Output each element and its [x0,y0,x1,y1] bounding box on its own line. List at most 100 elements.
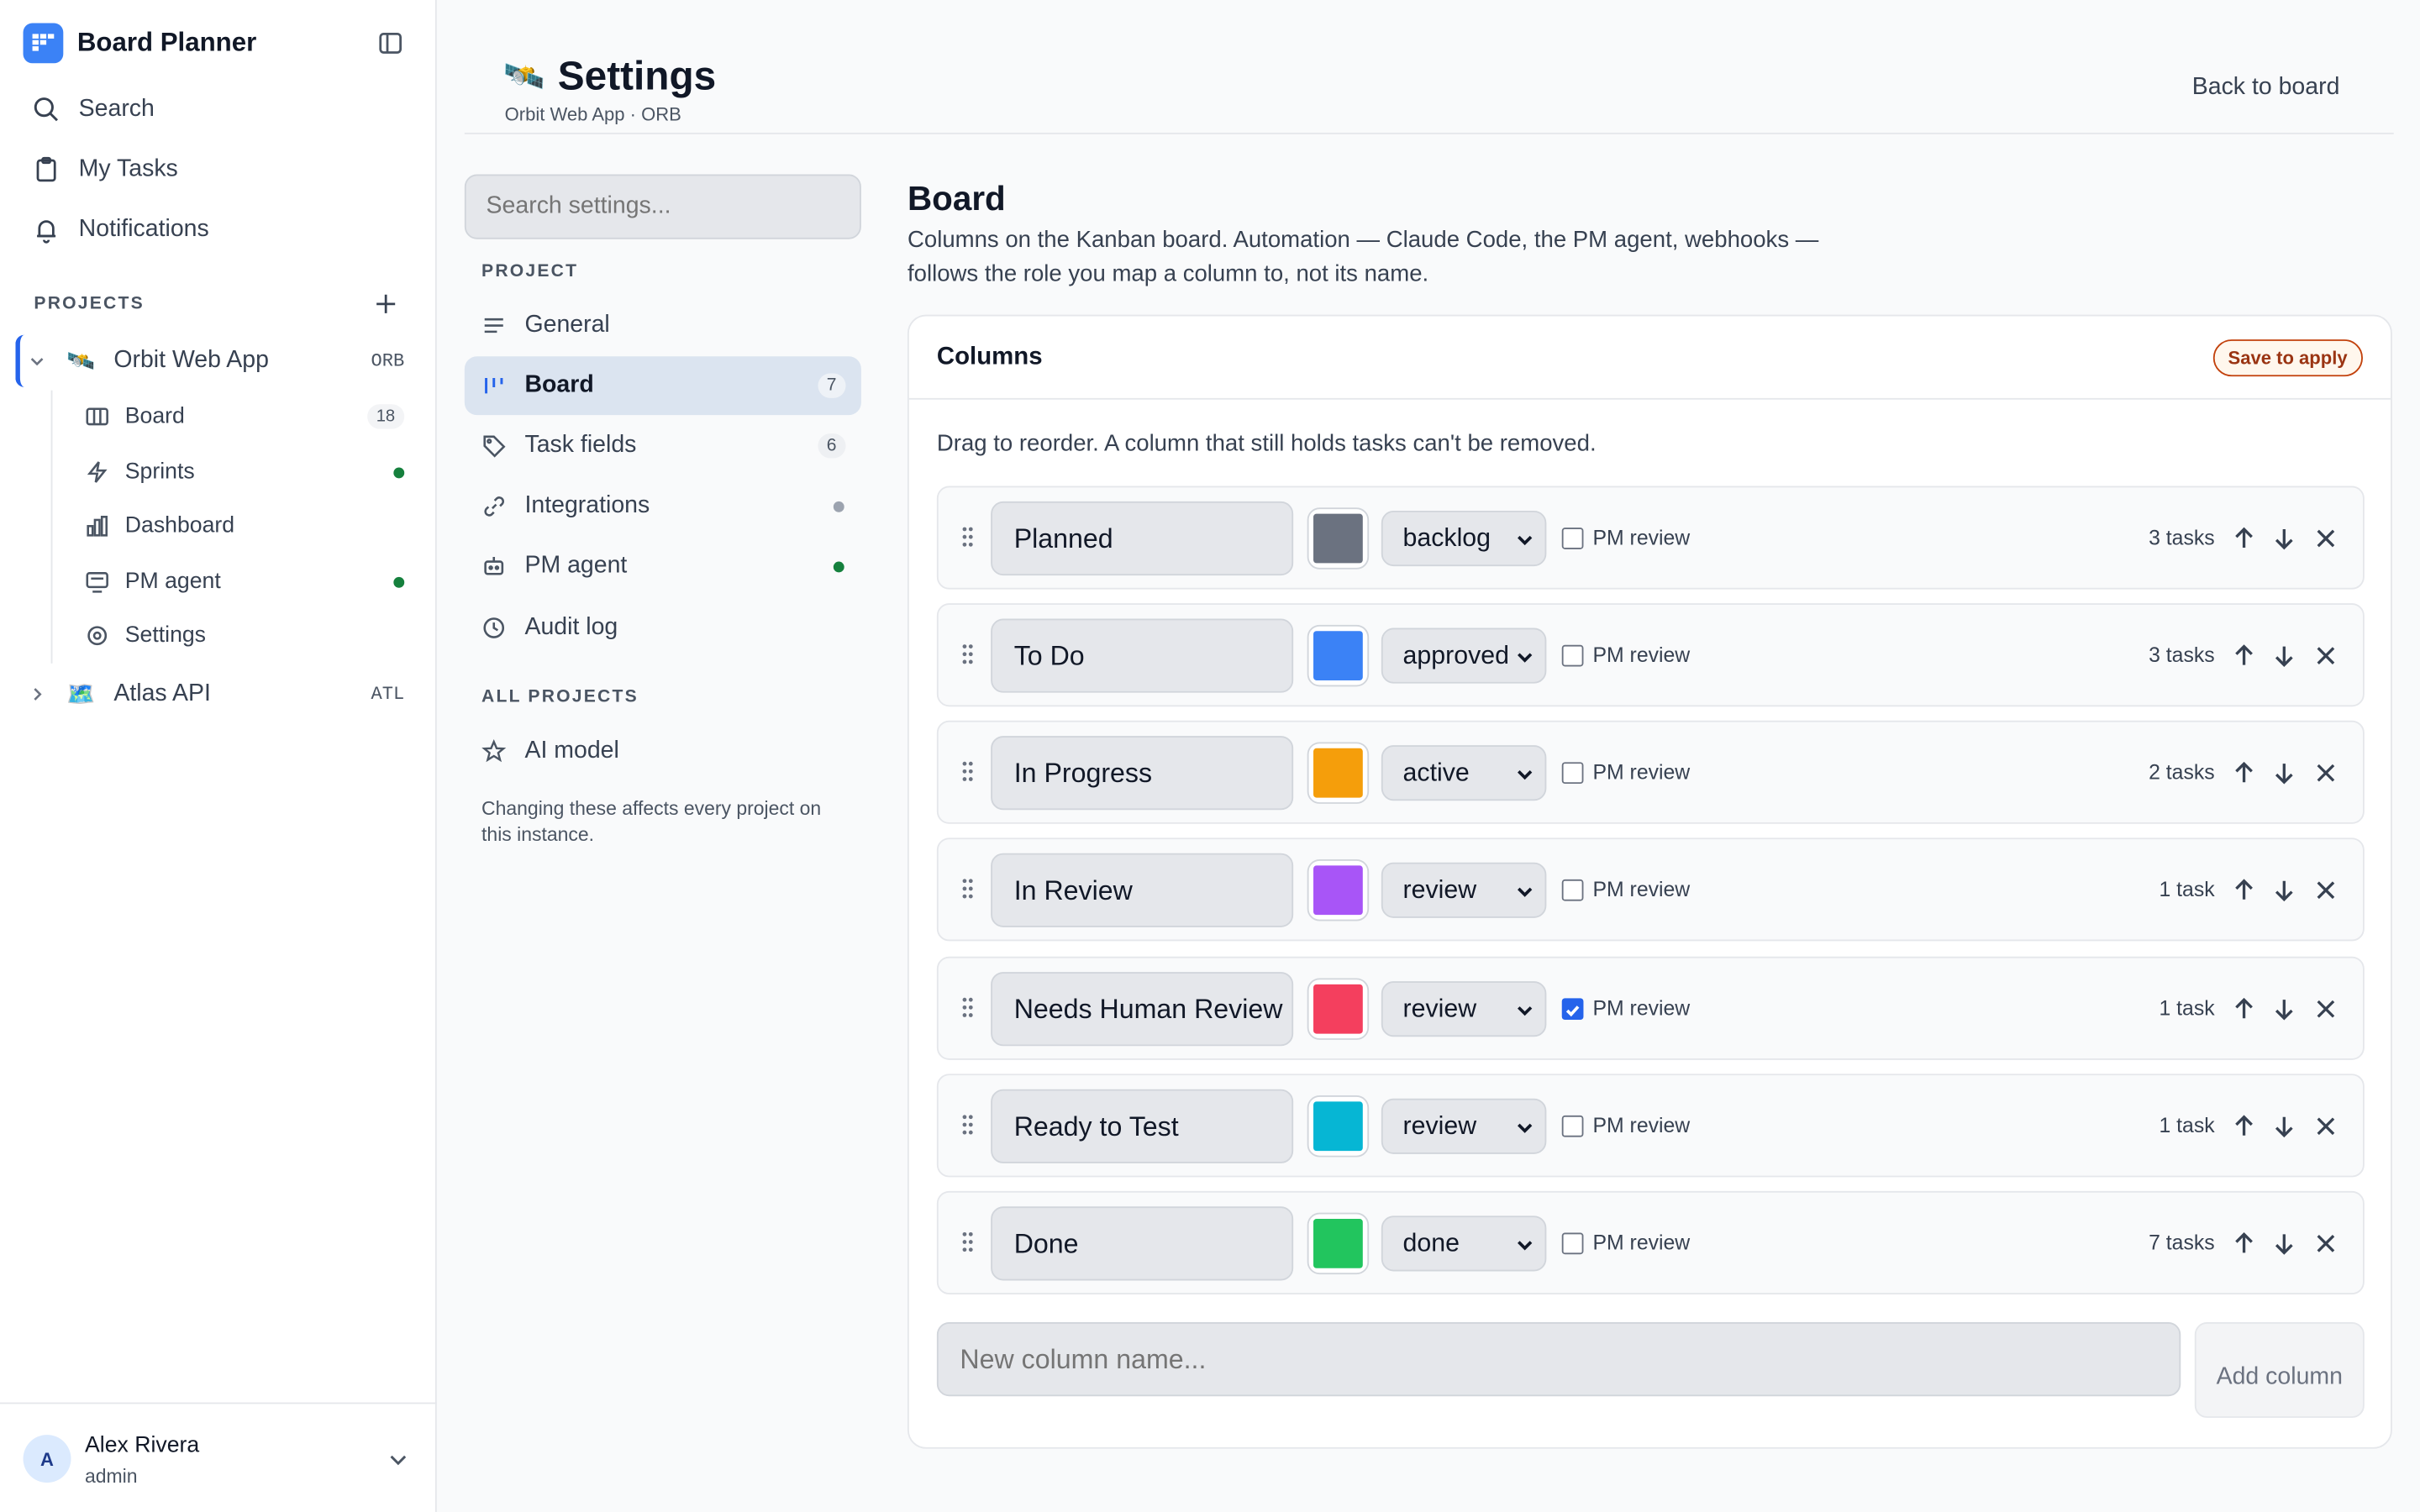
board-logo-icon [23,23,64,64]
column-color-picker[interactable] [1307,1212,1370,1275]
column-name-input[interactable] [991,501,1294,576]
column-role-select[interactable]: review [1381,981,1547,1037]
column-row[interactable]: review PM review 1 task [936,1074,2365,1178]
arrow-up-icon[interactable] [2230,524,2258,552]
column-color-picker[interactable] [1307,507,1370,570]
drag-handle-icon[interactable] [960,524,975,549]
arrow-up-icon[interactable] [2230,995,2258,1023]
drag-handle-icon[interactable] [960,876,975,900]
pm-review-checkbox[interactable] [1561,528,1584,549]
new-column-input[interactable] [936,1322,2181,1397]
settings-nav-integrations[interactable]: Integrations [465,477,861,536]
column-color-picker[interactable] [1307,859,1370,921]
add-project-icon[interactable] [372,290,400,318]
column-name-input[interactable] [991,618,1294,693]
column-name-input[interactable] [991,1206,1294,1281]
arrow-down-icon[interactable] [2270,995,2298,1023]
save-to-apply-badge: Save to apply [2212,339,2363,377]
pm-review-checkbox[interactable] [1561,879,1584,901]
arrow-up-icon[interactable] [2230,1230,2258,1257]
chevron-down-icon [390,1455,407,1466]
column-color-picker[interactable] [1307,742,1370,804]
arrow-down-icon[interactable] [2270,524,2298,552]
sidebar-collapse-icon[interactable] [376,29,404,57]
arrow-down-icon[interactable] [2270,759,2298,787]
column-name-input[interactable] [991,853,1294,927]
project-board-link[interactable]: Board 18 [85,393,417,439]
drag-handle-icon[interactable] [960,1230,975,1254]
column-color-picker[interactable] [1307,978,1370,1040]
project-code: ORB [371,349,405,372]
project-dashboard-link[interactable]: Dashboard [85,503,417,549]
nav-my-tasks[interactable]: My Tasks [33,156,178,184]
column-row[interactable]: active PM review 2 tasks [936,720,2365,824]
column-row[interactable]: review PM review 1 task [936,837,2365,942]
close-icon[interactable] [2312,1112,2339,1140]
project-dashboard-label: Dashboard [124,513,235,539]
close-icon[interactable] [2312,876,2339,904]
project-sprints-link[interactable]: Sprints [85,449,417,495]
arrow-down-icon[interactable] [2270,1230,2298,1257]
arrow-up-icon[interactable] [2230,1112,2258,1140]
pm-review-checkbox[interactable] [1561,1115,1584,1137]
column-name-input[interactable] [991,1089,1294,1163]
column-role-select[interactable]: review [1381,862,1547,918]
add-column-button[interactable]: Add column [2194,1322,2365,1418]
tag-icon [483,435,506,458]
drag-handle-icon[interactable] [960,642,975,666]
column-name-input[interactable] [991,972,1294,1047]
column-row[interactable]: done PM review 7 tasks [936,1190,2365,1294]
nav-notifications[interactable]: Notifications [33,216,209,244]
column-row[interactable]: approved PM review 3 tasks [936,603,2365,707]
project-pm-agent-link[interactable]: PM agent [85,559,417,605]
pm-review-checkbox[interactable] [1561,762,1584,785]
settings-search-input[interactable] [464,174,861,239]
column-role-value: done [1402,1228,1460,1257]
pm-review-checkbox[interactable] [1561,998,1584,1021]
project-settings-label: Settings [124,623,207,648]
chevron-down-icon [1518,887,1533,897]
project-orbit-web-app[interactable]: 🛰️ Orbit Web App ORB [15,334,419,388]
arrow-down-icon[interactable] [2270,876,2298,904]
arrow-down-icon[interactable] [2270,642,2298,669]
column-color-picker[interactable] [1307,1095,1370,1158]
arrow-up-icon[interactable] [2230,642,2258,669]
close-icon[interactable] [2312,1230,2339,1257]
arrow-down-icon[interactable] [2270,1112,2298,1140]
column-role-select[interactable]: backlog [1381,510,1547,567]
settings-nav-general[interactable]: General [465,297,861,355]
drag-handle-icon[interactable] [960,759,975,784]
drag-handle-icon[interactable] [960,995,975,1020]
pm-review-checkbox[interactable] [1561,644,1584,667]
user-menu[interactable]: A Alex Rivera admin [0,1402,437,1512]
project-settings-link[interactable]: Settings [85,612,417,659]
settings-nav-ai-model[interactable]: AI model [465,722,861,781]
settings-nav-audit-log[interactable]: Audit log [465,599,861,658]
column-role-select[interactable]: done [1381,1215,1547,1272]
column-role-select[interactable]: active [1381,745,1547,801]
close-icon[interactable] [2312,524,2339,552]
back-to-board-link[interactable]: Back to board [2192,74,2340,102]
arrow-up-icon[interactable] [2230,876,2258,904]
brand[interactable]: Board Planner [23,23,256,64]
column-row[interactable]: backlog PM review 3 tasks [936,486,2365,590]
column-role-select[interactable]: approved [1381,627,1547,684]
project-name: Atlas API [113,680,211,707]
arrow-up-icon[interactable] [2230,759,2258,787]
settings-nav-pm-agent[interactable]: PM agent [465,537,861,596]
project-atlas-api[interactable]: 🗺️ Atlas API ATL [15,668,419,720]
chevron-down-icon [30,358,44,366]
close-icon[interactable] [2312,642,2339,669]
project-board-label: Board [124,404,185,429]
settings-nav-board[interactable]: Board 7 [464,356,861,416]
column-role-select[interactable]: review [1381,1098,1547,1154]
column-row[interactable]: review PM review 1 task [936,956,2365,1060]
column-name-input[interactable] [991,736,1294,811]
settings-nav-task-fields[interactable]: Task fields 6 [465,417,861,475]
close-icon[interactable] [2312,995,2339,1023]
pm-review-checkbox[interactable] [1561,1232,1584,1255]
column-color-picker[interactable] [1307,624,1370,687]
close-icon[interactable] [2312,759,2339,787]
drag-handle-icon[interactable] [960,1112,975,1137]
nav-search[interactable]: Search [33,96,155,123]
